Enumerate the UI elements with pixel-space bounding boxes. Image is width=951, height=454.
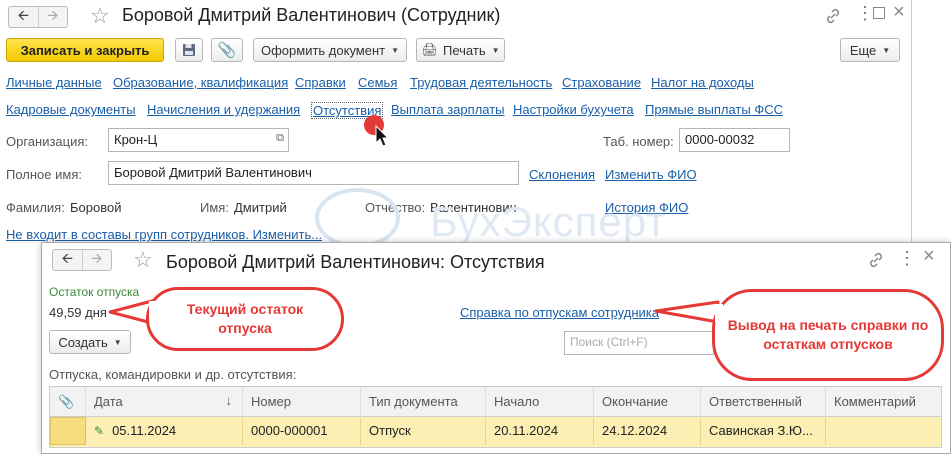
cell-date: ✎ 05.11.2024 bbox=[86, 417, 243, 445]
mouse-cursor-icon bbox=[375, 125, 389, 147]
groups-link[interactable]: Не входит в составы групп сотрудников. И… bbox=[6, 227, 322, 242]
link-icon[interactable] bbox=[825, 8, 841, 24]
full-name-label: Полное имя: bbox=[6, 167, 82, 182]
tab-number-label: Таб. номер: bbox=[603, 134, 674, 149]
list-caption: Отпуска, командировки и др. отсутствия: bbox=[49, 367, 297, 382]
link-certificates[interactable]: Справки bbox=[295, 75, 346, 90]
main-window: 🡨 🡪 ☆ Боровой Дмитрий Валентинович (Сотр… bbox=[0, 0, 912, 248]
forward-arrow-icon[interactable]: 🡪 bbox=[81, 250, 112, 270]
cell-doc-type: Отпуск bbox=[361, 417, 486, 445]
column-header-responsible[interactable]: Ответственный bbox=[701, 387, 826, 417]
more-button[interactable]: Еще ▼ bbox=[840, 38, 900, 62]
main-window-title: Боровой Дмитрий Валентинович (Сотрудник) bbox=[122, 5, 501, 25]
column-header-doc-type[interactable]: Тип документа bbox=[361, 387, 486, 417]
forward-arrow-icon[interactable]: 🡪 bbox=[37, 7, 68, 27]
link-work-history[interactable]: Трудовая деятельность bbox=[410, 75, 552, 90]
absences-table: 📎 Дата ↓ Номер Тип документа Начало Окон… bbox=[49, 386, 942, 448]
column-header-start[interactable]: Начало bbox=[486, 387, 594, 417]
nav-buttons: 🡨 🡪 bbox=[8, 6, 68, 28]
link-income-tax[interactable]: Налог на доходы bbox=[651, 75, 754, 90]
vacation-balance-value: 49,59 дня bbox=[49, 305, 107, 320]
column-header-end[interactable]: Окончание bbox=[594, 387, 701, 417]
chevron-down-icon: ▼ bbox=[882, 45, 891, 55]
cell-responsible: Савинская З.Ю... bbox=[701, 417, 826, 445]
vacation-report-link[interactable]: Справка по отпускам сотрудника bbox=[460, 305, 659, 320]
change-name-link[interactable]: Изменить ФИО bbox=[605, 167, 697, 182]
print-button[interactable]: 🖨 Печать ▼ bbox=[416, 38, 505, 62]
link-education[interactable]: Образование, квалификация bbox=[113, 75, 288, 90]
favorite-star-icon[interactable]: ☆ bbox=[133, 249, 153, 271]
link-hr-documents[interactable]: Кадровые документы bbox=[6, 102, 136, 117]
floppy-disk-icon bbox=[183, 44, 195, 56]
callout-print-report: Вывод на печать справки по остаткам отпу… bbox=[712, 289, 944, 381]
paperclip-icon: 📎 bbox=[58, 394, 75, 409]
link-fss-payments[interactable]: Прямые выплаты ФСС bbox=[645, 102, 783, 117]
watermark-text: БухЭксперт bbox=[430, 198, 667, 245]
chevron-down-icon: ▼ bbox=[491, 45, 500, 55]
save-close-button[interactable]: Записать и закрыть bbox=[6, 38, 164, 62]
close-icon[interactable]: × bbox=[923, 246, 935, 266]
declensions-link[interactable]: Склонения bbox=[529, 167, 595, 182]
column-header-date[interactable]: Дата ↓ bbox=[86, 387, 243, 417]
close-icon[interactable]: × bbox=[893, 2, 905, 22]
cell-start: 20.11.2024 bbox=[486, 417, 594, 445]
attach-button[interactable]: 📎 bbox=[211, 38, 243, 62]
attachment-column-header[interactable]: 📎 bbox=[50, 387, 86, 417]
printer-icon: 🖨 bbox=[421, 42, 438, 57]
full-name-field[interactable]: Боровой Дмитрий Валентинович bbox=[108, 161, 519, 185]
link-personal-data[interactable]: Личные данные bbox=[6, 75, 102, 90]
cell-number: 0000-000001 bbox=[243, 417, 361, 445]
link-icon[interactable] bbox=[868, 252, 884, 268]
callout-balance-cover bbox=[149, 301, 155, 317]
save-button[interactable] bbox=[175, 38, 203, 62]
name-label: Имя: bbox=[200, 200, 229, 215]
sort-down-arrow-icon: ↓ bbox=[225, 393, 233, 408]
paperclip-icon: 📎 bbox=[217, 42, 237, 59]
favorite-star-icon[interactable]: ☆ bbox=[90, 5, 110, 27]
cell-end: 24.12.2024 bbox=[594, 417, 701, 445]
table-row[interactable]: ✎ 05.11.2024 0000-000001 Отпуск 20.11.202… bbox=[50, 417, 941, 447]
tab-number-field[interactable]: 0000-00032 bbox=[679, 128, 790, 152]
link-accruals[interactable]: Начисления и удержания bbox=[147, 102, 300, 117]
chevron-down-icon: ▼ bbox=[113, 337, 122, 347]
column-header-number[interactable]: Номер bbox=[243, 387, 361, 417]
callout-print-cover bbox=[715, 304, 723, 322]
organization-field[interactable]: Крон-Ц ⧉ bbox=[108, 128, 289, 152]
back-arrow-icon[interactable]: 🡨 bbox=[9, 7, 38, 27]
posted-document-icon: ✎ bbox=[94, 424, 105, 438]
chevron-down-icon: ▼ bbox=[391, 45, 400, 55]
menu-dots-icon[interactable]: ⋮ bbox=[856, 4, 874, 22]
absences-window-title: Боровой Дмитрий Валентинович: Отсутствия bbox=[166, 252, 545, 272]
watermark-logo bbox=[315, 188, 400, 248]
column-header-comment[interactable]: Комментарий bbox=[826, 387, 941, 417]
sub-nav-buttons: 🡨 🡪 bbox=[52, 249, 112, 271]
cell-comment bbox=[826, 417, 941, 445]
maximize-icon[interactable] bbox=[873, 7, 885, 19]
back-arrow-icon[interactable]: 🡨 bbox=[53, 250, 82, 270]
link-insurance[interactable]: Страхование bbox=[562, 75, 641, 90]
callout-balance: Текущий остаток отпуска bbox=[146, 287, 344, 351]
organization-label: Организация: bbox=[6, 134, 89, 149]
menu-dots-icon[interactable]: ⋮ bbox=[898, 249, 916, 267]
link-family[interactable]: Семья bbox=[358, 75, 397, 90]
row-attachment-cell bbox=[50, 417, 86, 445]
name-value: Дмитрий bbox=[234, 200, 287, 215]
open-icon[interactable]: ⧉ bbox=[276, 132, 284, 145]
table-header: 📎 Дата ↓ Номер Тип документа Начало Окон… bbox=[50, 387, 941, 417]
link-accounting-settings[interactable]: Настройки бухучета bbox=[513, 102, 634, 117]
link-salary-payment[interactable]: Выплата зарплаты bbox=[391, 102, 505, 117]
search-input[interactable]: Поиск (Ctrl+F) bbox=[564, 331, 714, 355]
surname-label: Фамилия: bbox=[6, 200, 65, 215]
create-document-button[interactable]: Оформить документ ▼ bbox=[253, 38, 407, 62]
surname-value: Боровой bbox=[70, 200, 122, 215]
